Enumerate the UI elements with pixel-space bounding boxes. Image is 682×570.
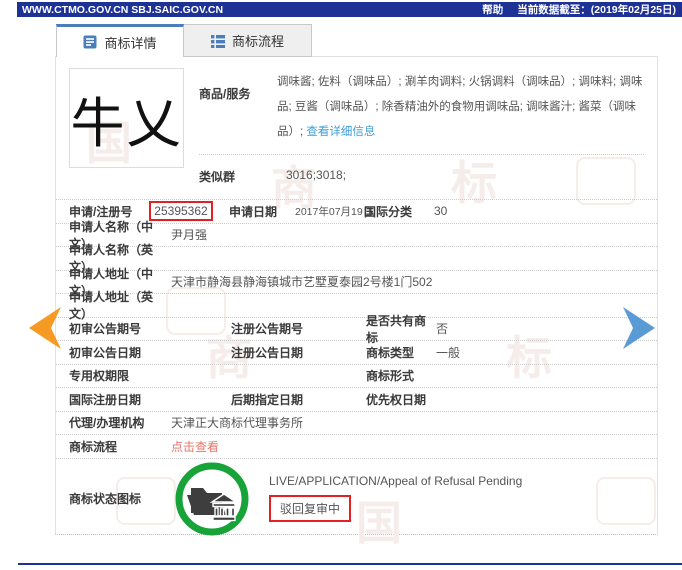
similar-group-label: 类似群 (199, 170, 236, 184)
tab-trademark-process-label: 商标流程 (231, 34, 284, 49)
tab-trademark-detail-label: 商标详情 (104, 35, 157, 51)
first-gazette-no-row: 初审公告期号 注册公告期号 是否共有商标 否 (56, 314, 657, 345)
applicant-name-cn-value: 尹月强 (171, 228, 208, 243)
process-row: 商标流程 点击查看 (56, 434, 657, 458)
trademark-text: 牛乂 (70, 91, 183, 155)
trademark-detail-panel: 国 商 标 商 标 国 牛乂 商品/服务 调味酱; 佐料（调味品）; 涮羊肉调料… (55, 56, 658, 549)
similar-group-row: 类似群 3016;3018; (199, 155, 644, 185)
applicant-address-en-label: 申请人地址（英文） (69, 290, 154, 322)
reg-gazette-date-label: 注册公告日期 (231, 345, 304, 360)
intl-reg-date-row: 国际注册日期 后期指定日期 优先权日期 (56, 387, 657, 411)
applicant-address-cn-value: 天津市静海县静海镇城市艺墅夏泰园2号楼1门502 (171, 275, 433, 290)
status-row: 商标状态图标 LIVE/APPLICATION/Appeal of Refusa… (56, 457, 657, 538)
document-icon (83, 35, 97, 49)
application-date-label: 申请日期 (229, 204, 278, 219)
mark-type-value: 一般 (436, 345, 461, 360)
process-label: 商标流程 (69, 439, 118, 454)
tab-trademark-process[interactable]: 商标流程 (184, 24, 312, 57)
tab-bar: 商标详情 商标流程 (56, 24, 312, 57)
agent-row: 代理/办理机构 天津正大商标代理事务所 (56, 410, 657, 435)
trademark-summary-section: 牛乂 商品/服务 调味酱; 佐料（调味品）; 涮羊肉调料; 火锅调料（调味品）;… (56, 57, 657, 185)
first-gazette-date-label: 初审公告日期 (69, 345, 142, 360)
first-gazette-no-label: 初审公告期号 (69, 322, 142, 337)
intl-class-value: 30 (434, 204, 448, 219)
field-rows: 申请/注册号 25395362 申请日期 2017年07月19日 国际分类 30… (56, 199, 657, 538)
priority-date-label: 优先权日期 (366, 392, 427, 407)
view-detail-link[interactable]: 查看详细信息 (306, 126, 375, 138)
chevron-right-icon[interactable] (622, 306, 656, 350)
status-text-en: LIVE/APPLICATION/Appeal of Refusal Pendi… (269, 474, 523, 488)
agent-label: 代理/办理机构 (69, 416, 145, 431)
goods-services-text: 调味酱; 佐料（调味品）; 涮羊肉调料; 火锅调料（调味品）; 调味料; 调味品… (277, 76, 643, 138)
later-designation-date-label: 后期指定日期 (231, 392, 304, 407)
shared-mark-value: 否 (436, 322, 449, 337)
first-gazette-date-row: 初审公告日期 注册公告日期 商标类型 一般 (56, 340, 657, 364)
tab-trademark-detail[interactable]: 商标详情 (56, 24, 184, 57)
shared-mark-label: 是否共有商标 (366, 313, 427, 345)
mark-form-label: 商标形式 (366, 369, 415, 384)
mark-type-label: 商标类型 (366, 345, 415, 360)
top-url-bar: WWW.CTMO.GOV.CN SBJ.SAIC.GOV.CN 帮助 当前数据截… (17, 2, 682, 17)
similar-group-value: 3016;3018; (286, 168, 347, 182)
status-label: 商标状态图标 (69, 491, 142, 506)
help-link[interactable]: 帮助 (482, 2, 503, 17)
folder-bank-icon (175, 462, 249, 536)
applicant-address-en-row: 申请人地址（英文） (56, 290, 657, 321)
agent-value: 天津正大商标代理事务所 (171, 416, 304, 431)
application-date-value: 2017年07月19日 (295, 205, 374, 218)
intl-class-label: 国际分类 (364, 204, 413, 219)
goods-services-label: 商品/服务 (199, 87, 251, 101)
exclusive-right-period-row: 专用权期限 商标形式 (56, 363, 657, 388)
intl-reg-date-label: 国际注册日期 (69, 392, 142, 407)
status-text-cn: 驳回复审中 (269, 495, 352, 522)
site-urls: WWW.CTMO.GOV.CN SBJ.SAIC.GOV.CN (22, 3, 224, 16)
trademark-image: 牛乂 (69, 68, 184, 168)
goods-services-row: 商品/服务 调味酱; 佐料（调味品）; 涮羊肉调料; 火锅调料（调味品）; 调味… (199, 68, 644, 155)
data-cutoff-date: 当前数据截至：(2019年02月25日) (517, 4, 676, 16)
exclusive-right-period-label: 专用权期限 (69, 369, 130, 384)
process-view-link[interactable]: 点击查看 (171, 438, 219, 455)
list-icon (210, 34, 225, 48)
bottom-divider (18, 563, 682, 565)
chevron-left-icon[interactable] (28, 306, 62, 350)
reg-gazette-no-label: 注册公告期号 (231, 322, 304, 337)
